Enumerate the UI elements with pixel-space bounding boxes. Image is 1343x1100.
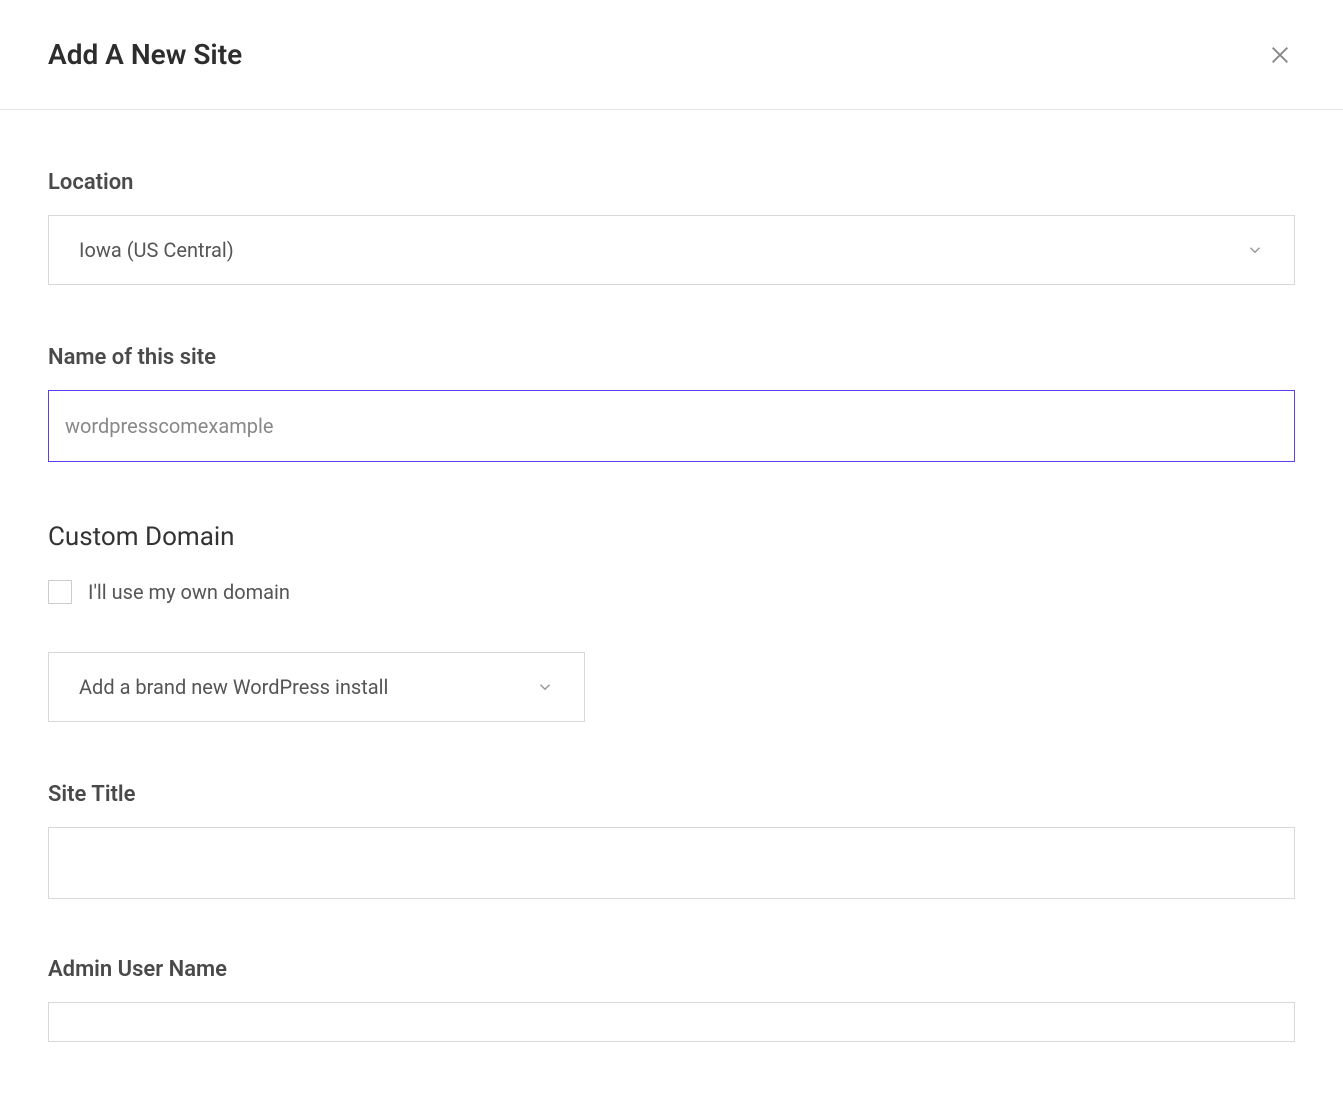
location-field-group: Location Iowa (US Central) (48, 170, 1295, 285)
own-domain-checkbox-row: I'll use my own domain (48, 580, 1295, 604)
dialog-title: Add A New Site (48, 38, 242, 71)
add-site-dialog: Add A New Site Location Iowa (US Central… (0, 0, 1343, 1100)
location-select-value: Iowa (US Central) (79, 238, 1246, 262)
location-select[interactable]: Iowa (US Central) (48, 215, 1295, 285)
close-icon (1269, 44, 1291, 66)
site-title-label: Site Title (48, 782, 1295, 807)
close-button[interactable] (1265, 40, 1295, 70)
custom-domain-section: Custom Domain I'll use my own domain Add… (48, 522, 1295, 722)
own-domain-checkbox-label: I'll use my own domain (88, 580, 290, 604)
site-title-input[interactable] (48, 827, 1295, 899)
site-title-field-group: Site Title (48, 782, 1295, 899)
site-name-field-group: Name of this site (48, 345, 1295, 462)
admin-username-field-group: Admin User Name (48, 957, 1295, 1042)
form-area: Location Iowa (US Central) Name of this … (0, 110, 1343, 1090)
custom-domain-heading: Custom Domain (48, 522, 1295, 552)
site-name-input[interactable] (48, 390, 1295, 462)
chevron-down-icon (1246, 241, 1264, 259)
own-domain-checkbox[interactable] (48, 580, 72, 604)
dialog-header: Add A New Site (0, 0, 1343, 110)
site-name-label: Name of this site (48, 345, 1295, 370)
install-type-select-value: Add a brand new WordPress install (79, 675, 536, 699)
install-type-select[interactable]: Add a brand new WordPress install (48, 652, 585, 722)
admin-username-input[interactable] (48, 1002, 1295, 1042)
admin-username-label: Admin User Name (48, 957, 1295, 982)
location-label: Location (48, 170, 1295, 195)
chevron-down-icon (536, 678, 554, 696)
